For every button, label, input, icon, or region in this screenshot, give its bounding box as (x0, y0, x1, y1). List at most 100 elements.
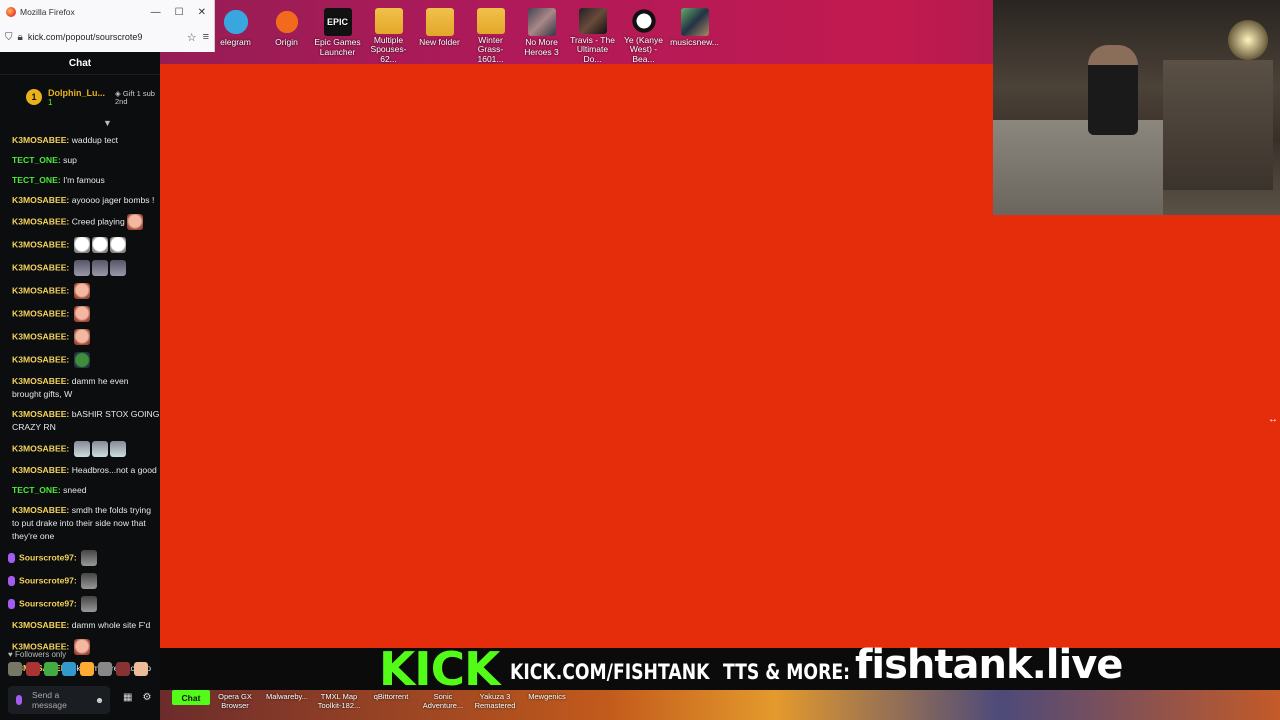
chat-message: Sourscrote97: (0, 569, 160, 592)
media-player-icon (629, 8, 658, 34)
gift-box-icon[interactable]: ▦ (123, 692, 132, 703)
kick-url-text: KICK.COM/FISHTANK (510, 660, 710, 684)
address-bar[interactable]: ⛉ 🔒︎ kick.com/popout/sourscrote9 ☆ ≡ (0, 24, 214, 50)
desktop-icon-no-more-heroes[interactable]: No More Heroes 3 (516, 4, 567, 64)
chat-message: Sourscrote97: (0, 592, 160, 615)
emote-face-icon (126, 213, 143, 230)
desktop-icon-multiple-spouses[interactable]: Multiple Spouses-62... (363, 4, 414, 64)
url-text[interactable]: kick.com/popout/sourscrote9 (28, 32, 181, 42)
desktop-icon-epic[interactable]: EPIC Epic Games Launcher (312, 4, 363, 64)
chat-message: K3MOSABEE: (0, 256, 160, 279)
chat-text: sup (63, 154, 77, 165)
chat-text: waddup tect (71, 134, 119, 145)
chat-username[interactable]: K3MOSABEE: (12, 216, 69, 226)
chat-message: K3MOSABEE: (0, 279, 160, 302)
settings-gear-icon[interactable]: ⚙ (142, 692, 151, 703)
followers-only-label: ♥ Followers only (8, 650, 67, 659)
chat-username[interactable]: K3MOSABEE: (12, 262, 69, 272)
lock-icon[interactable]: 🔒︎ (18, 32, 23, 43)
chat-message: K3MOSABEE: ayoooo jager bombs ! (0, 190, 160, 210)
chat-username[interactable]: TECT_ONE: (12, 175, 61, 185)
chat-username[interactable]: K3MOSABEE: (12, 195, 69, 205)
chat-text: Creed playing (71, 215, 125, 226)
taskbar-app-malwarebytes[interactable]: Malwareby... (264, 692, 310, 710)
stream-banner: KICK KICK.COM/FISHTANK TTS & MORE: fisht… (160, 642, 1280, 696)
chat-username[interactable]: Sourscrote97: (19, 575, 77, 585)
desktop-icon-ye[interactable]: Ye (Kanye West) - Bea... (618, 4, 669, 64)
emote-man-icon (91, 259, 108, 276)
chat-message-input[interactable]: Send a message ☻ (8, 686, 110, 714)
chat-text: Headbros...not a good (71, 464, 157, 475)
chat-username[interactable]: K3MOSABEE: (12, 409, 69, 419)
microphone-badge-icon (8, 575, 15, 586)
taskbar-app-tmxl[interactable]: TMXL Map Toolkit-182... (316, 692, 362, 710)
chat-send-button[interactable]: Chat (172, 690, 210, 705)
top-gifter[interactable]: 1 Dolphin_Lu... 1 ◈ Gift 1 sub 2nd (0, 75, 160, 119)
desktop-icon-new-folder[interactable]: New folder (414, 4, 465, 64)
chat-username[interactable]: Sourscrote97: (19, 598, 77, 608)
taskbar-app-sonic[interactable]: Sonic Adventure... (420, 692, 466, 710)
emote-quick-row[interactable] (8, 662, 148, 676)
telegram-icon (221, 8, 250, 36)
chat-username[interactable]: TECT_ONE: (12, 485, 61, 495)
chat-message-list: K3MOSABEE: waddup tect TECT_ONE: sup TECT_… (0, 130, 160, 678)
chat-username[interactable]: K3MOSABEE: (12, 465, 69, 475)
chat-username[interactable]: Sourscrote97: (19, 552, 77, 562)
taskbar-app-yakuza[interactable]: Yakuza 3 Remastered (472, 692, 518, 710)
emote-cat-icon (73, 440, 90, 457)
taskbar-app-opera[interactable]: Opera GX Browser (212, 692, 258, 710)
kick-logo: KICK (378, 642, 501, 696)
chat-text: I'm famous (63, 174, 105, 185)
minimize-button[interactable]: — (151, 7, 161, 18)
chat-message: K3MOSABEE: (0, 348, 160, 371)
maximize-button[interactable]: ☐ (175, 7, 184, 18)
chat-message: K3MOSABEE: Creed playing (0, 210, 160, 233)
chat-username[interactable]: K3MOSABEE: (12, 354, 69, 364)
emote-icon (98, 662, 112, 676)
chat-scroll-down-icon[interactable]: ▼ (103, 118, 112, 128)
microphone-badge-icon (8, 598, 15, 609)
chat-text: ayoooo jager bombs ! (71, 194, 155, 205)
chat-message: Sourscrote97: (0, 546, 160, 569)
emote-ghost-icon (109, 236, 126, 253)
firefox-titlebar[interactable]: Mozilla Firefox — ☐ ✕ (0, 0, 214, 24)
emote-pepe-icon (73, 351, 90, 368)
chat-username[interactable]: K3MOSABEE: (12, 135, 69, 145)
chat-username[interactable]: K3MOSABEE: (12, 239, 69, 249)
chat-panel: Chat 1 Dolphin_Lu... 1 ◈ Gift 1 sub 2nd … (0, 52, 160, 720)
emote-face-icon (73, 282, 90, 299)
emote-icon (26, 662, 40, 676)
desktop-icon-travis[interactable]: Travis - The Ultimate Do... (567, 4, 618, 64)
origin-icon (272, 8, 301, 36)
desktop-icon-telegram[interactable]: elegram (210, 4, 261, 64)
chat-message: K3MOSABEE: (0, 325, 160, 348)
chat-username[interactable]: TECT_ONE: (12, 155, 61, 165)
chat-username[interactable]: K3MOSABEE: (12, 376, 69, 386)
emote-icon (116, 662, 130, 676)
taskbar-app-qbittorrent[interactable]: qBittorrent (368, 692, 414, 710)
chat-username[interactable]: K3MOSABEE: (12, 331, 69, 341)
taskbar-app-mewgenics[interactable]: Mewgenics (524, 692, 570, 710)
emote-man-icon (73, 259, 90, 276)
emote-icon (8, 662, 22, 676)
emoji-icon[interactable]: ☻ (95, 695, 104, 705)
chat-username[interactable]: K3MOSABEE: (12, 285, 69, 295)
chat-username[interactable]: K3MOSABEE: (12, 505, 69, 515)
menu-icon[interactable]: ≡ (203, 31, 209, 43)
desktop-icon-winter-grass[interactable]: Winter Grass-1601... (465, 4, 516, 64)
folder-icon (374, 8, 403, 34)
microphone-icon (16, 695, 22, 705)
chat-input-placeholder: Send a message (32, 690, 67, 710)
epic-games-icon: EPIC (323, 8, 352, 36)
close-button[interactable]: ✕ (198, 7, 206, 18)
desktop-icon-origin[interactable]: Origin (261, 4, 312, 64)
chat-username[interactable]: K3MOSABEE: (12, 308, 69, 318)
gifter-name: Dolphin_Lu... (48, 87, 105, 98)
video-icon (578, 8, 607, 34)
chat-username[interactable]: K3MOSABEE: (12, 443, 69, 453)
shield-icon[interactable]: ⛉ (5, 32, 13, 43)
emote-icon (44, 662, 58, 676)
bookmark-star-icon[interactable]: ☆ (187, 31, 197, 44)
chat-username[interactable]: K3MOSABEE: (12, 620, 69, 630)
desktop-icon-musicsnew[interactable]: musicsnew... (669, 4, 720, 64)
